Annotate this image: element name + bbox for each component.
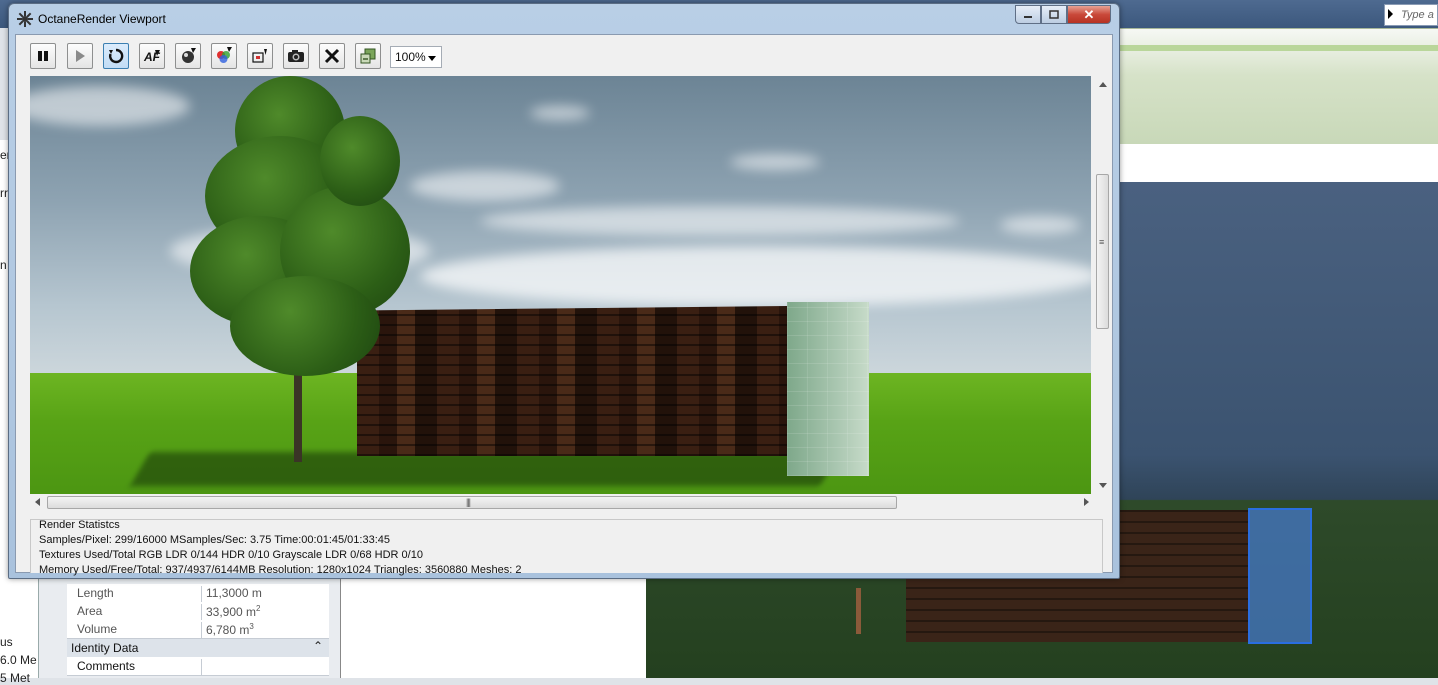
stats-textures: Textures Used/Total RGB LDR 0/144 HDR 0/… <box>39 549 423 561</box>
pause-button[interactable] <box>30 43 56 69</box>
collapse-icon[interactable]: ⌃ <box>313 639 323 653</box>
color-picker-icon <box>217 47 232 63</box>
cloud <box>1000 216 1080 234</box>
host-ribbon <box>1116 28 1438 145</box>
horizontal-scroll-thumb[interactable]: ||| <box>47 496 897 509</box>
properties-panel: Length 11,3000 m Area 33,900 m2 Volume 6… <box>38 578 342 678</box>
stats-title: Render Statistcs <box>39 519 120 531</box>
octane-logo-icon <box>17 11 33 27</box>
property-row-comments[interactable]: Comments <box>67 657 329 676</box>
scroll-up-icon[interactable] <box>1099 82 1107 87</box>
maximize-icon <box>1049 10 1059 19</box>
host-toolbar-strip <box>1116 144 1438 183</box>
cloud <box>30 86 190 126</box>
property-row-volume[interactable]: Volume 6,780 m3 <box>67 620 329 639</box>
host-search-placeholder: Type a <box>1401 9 1434 21</box>
render-toolbar: AF 100% <box>16 35 1112 77</box>
focus-picker-button[interactable]: AF <box>139 43 165 69</box>
material-picker-icon <box>182 48 196 63</box>
expand-arrow-icon[interactable] <box>1388 9 1393 19</box>
vertical-scrollbar[interactable]: ≡ <box>1094 76 1111 494</box>
chevron-down-icon <box>428 56 436 61</box>
left-fragment: 5 Met <box>0 671 31 685</box>
window-title: OctaneRender Viewport <box>38 12 166 26</box>
viewport-client-area: AF 100% ≡ ||| Render Statistcs Samples/P… <box>15 34 1113 576</box>
camera-button[interactable] <box>283 43 309 69</box>
grip-icon: ≡ <box>1099 237 1104 247</box>
stop-button[interactable] <box>319 43 345 69</box>
property-value: 6,780 m3 <box>201 622 254 638</box>
close-icon: ✕ <box>1083 6 1095 22</box>
material-picker-button[interactable] <box>175 43 201 69</box>
vertical-scroll-thumb[interactable]: ≡ <box>1096 174 1109 329</box>
cloud <box>730 154 820 170</box>
render-viewport[interactable] <box>30 76 1091 494</box>
maximize-button[interactable] <box>1041 5 1067 24</box>
scroll-right-icon[interactable] <box>1084 498 1089 506</box>
left-fragment: rr <box>0 186 8 200</box>
horizontal-scrollbar[interactable]: ||| <box>30 494 1094 511</box>
scroll-left-icon[interactable] <box>35 498 40 506</box>
left-fragment: 6.0 Me <box>0 653 37 667</box>
property-label: Area <box>77 604 103 618</box>
property-row-area[interactable]: Area 33,900 m2 <box>67 602 329 621</box>
restart-button[interactable] <box>103 43 129 69</box>
host-post <box>856 588 861 634</box>
title-bar[interactable]: OctaneRender Viewport ✕ <box>9 4 1119 34</box>
camera-icon <box>288 50 304 62</box>
host-search-box[interactable]: Type a <box>1384 4 1438 26</box>
cloud <box>410 171 560 201</box>
property-label: Volume <box>77 622 118 636</box>
host-selected-wall[interactable] <box>1248 508 1312 644</box>
restart-icon <box>108 48 124 64</box>
brick-wall <box>357 306 787 456</box>
scroll-down-icon[interactable] <box>1099 483 1107 488</box>
stop-icon <box>324 48 340 64</box>
concrete-wall <box>787 302 869 476</box>
cloud <box>480 206 960 236</box>
pause-icon <box>38 51 48 61</box>
cloud <box>420 246 1091 306</box>
property-label: Comments <box>77 659 136 673</box>
zoom-dropdown[interactable]: 100% <box>390 46 442 68</box>
octane-viewport-window[interactable]: OctaneRender Viewport ✕ AF 100% ≡ ||| Re… <box>8 3 1120 579</box>
property-value: 33,900 m2 <box>201 604 261 620</box>
save-image-button[interactable] <box>355 43 381 69</box>
left-fragment: n <box>0 258 7 272</box>
render-statistics-panel: Render Statistcs Samples/Pixel: 299/1600… <box>30 519 1103 576</box>
focus-picker-icon: AF <box>143 50 161 64</box>
grip-icon: ||| <box>466 497 471 507</box>
export-icon <box>252 49 267 63</box>
minimize-button[interactable] <box>1015 5 1041 24</box>
left-fragment: us <box>0 635 13 649</box>
property-label: Length <box>77 586 114 600</box>
zoom-value: 100% <box>395 50 426 64</box>
stats-memory: Memory Used/Free/Total: 937/4937/6144MB … <box>39 564 522 576</box>
stats-samples: Samples/Pixel: 299/16000 MSamples/Sec: 3… <box>39 534 390 546</box>
play-button[interactable] <box>67 43 93 69</box>
minimize-icon <box>1024 15 1032 18</box>
group-identity-data[interactable]: Identity Data ⌃ <box>67 639 329 658</box>
property-row-length[interactable]: Length 11,3000 m <box>67 584 329 603</box>
save-image-icon <box>360 48 376 64</box>
cloud <box>530 106 590 120</box>
host-blank-panel <box>340 578 646 678</box>
property-value: 11,3000 m <box>201 586 262 602</box>
ground-shadow <box>130 452 840 486</box>
play-icon <box>76 50 85 62</box>
color-picker-button[interactable] <box>211 43 237 69</box>
close-button[interactable]: ✕ <box>1067 5 1111 24</box>
group-label: Identity Data <box>71 641 139 655</box>
property-value[interactable] <box>201 659 206 675</box>
export-button[interactable] <box>247 43 273 69</box>
